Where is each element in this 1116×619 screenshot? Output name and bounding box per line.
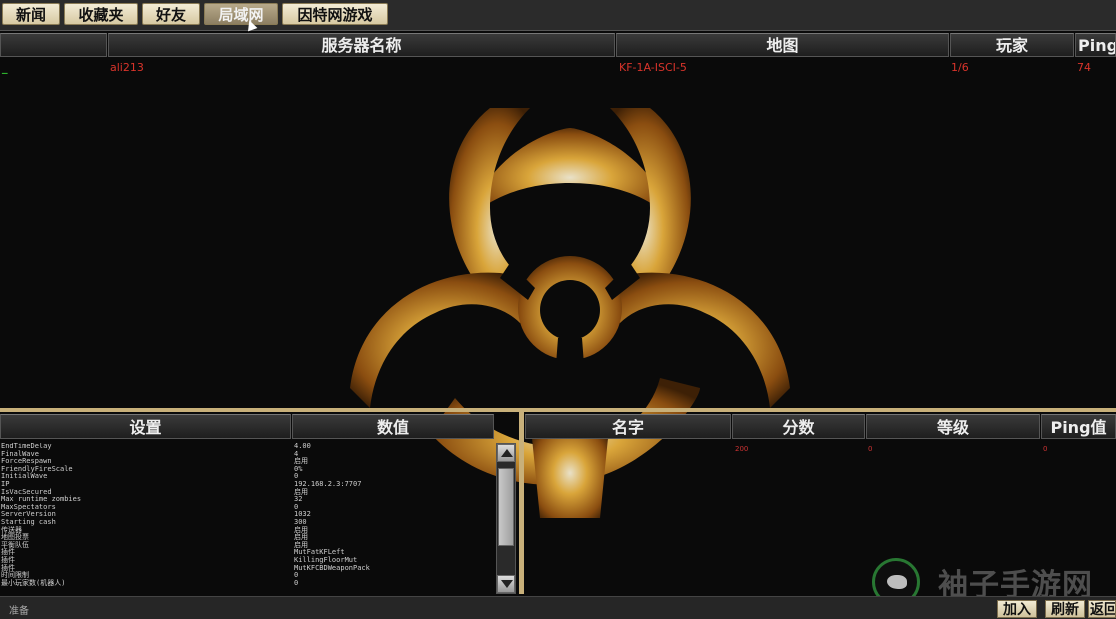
settings-row[interactable]: 最小玩家数(机器人) 0 [0, 578, 494, 588]
player-level: 0 [868, 445, 873, 453]
server-name: ali213 [110, 61, 144, 74]
player-ping: 0 [1043, 445, 1048, 453]
top-tab-bar: 新闻 收藏夹 好友 局域网 因特网游戏 [0, 0, 1116, 32]
col-header-server-name[interactable]: 服务器名称 [108, 33, 615, 57]
settings-row[interactable]: FriendlyFireScale 0% [0, 465, 494, 474]
col-header-players[interactable]: 玩家 [950, 33, 1074, 57]
scroll-down-button[interactable] [497, 575, 515, 593]
player-score: 200 [735, 445, 749, 453]
horizontal-splitter[interactable] [0, 408, 1116, 412]
settings-row[interactable]: 平衡队伍 启用 [0, 541, 494, 550]
settings-row[interactable]: ServerVersion 1032 [0, 511, 494, 519]
col-header-value[interactable]: 数值 [292, 414, 494, 439]
refresh-button[interactable]: 刷新 [1045, 600, 1085, 618]
scroll-up-button[interactable] [497, 444, 515, 462]
settings-row[interactable]: 传送器 启用 [0, 526, 494, 535]
settings-row[interactable]: ForceRespawn 启用 [0, 458, 494, 466]
col-header-flag[interactable] [0, 33, 107, 57]
col-header-player-name[interactable]: 名字 [525, 414, 731, 439]
setting-key: 最小玩家数(机器人) [1, 578, 66, 587]
setting-value: 0 [294, 578, 299, 587]
server-map: KF-1A-ISCI-5 [619, 61, 687, 74]
settings-row[interactable]: 时间限制 0 [0, 571, 494, 580]
settings-row[interactable]: 地图投票 启用 [0, 534, 494, 542]
tab-friends[interactable]: 好友 [142, 3, 200, 25]
settings-scrollbar[interactable] [496, 443, 516, 594]
settings-row[interactable]: 插件 MutKFCBDWeaponPack [0, 563, 494, 573]
settings-row[interactable]: 插件 MutFatKFLeft [0, 549, 494, 557]
tab-lan[interactable]: 局域网 [204, 3, 278, 25]
col-header-player-ping[interactable]: Ping值 [1041, 414, 1116, 439]
scroll-thumb[interactable] [498, 468, 514, 546]
status-text: 准备 [9, 606, 29, 617]
settings-row[interactable]: EndTimeDelay 4.00 [0, 443, 494, 451]
col-header-ping[interactable]: Ping [1075, 33, 1116, 57]
server-ping: 74 [1077, 61, 1091, 74]
settings-row[interactable]: FinalWave 4 [0, 450, 494, 459]
server-players: 1/6 [951, 61, 969, 74]
join-button[interactable]: 加入 [997, 600, 1037, 618]
settings-row[interactable]: InitialWave 0 [0, 473, 494, 481]
settings-row[interactable]: 插件 KillingFloorMut [0, 556, 494, 565]
settings-list: EndTimeDelay 4.00 FinalWave 4 ForceRespawn 启用… [0, 443, 494, 593]
settings-row[interactable]: Starting cash 300 [0, 518, 494, 527]
server-flag: _ [2, 61, 8, 74]
back-button[interactable]: 返回 [1088, 600, 1116, 618]
setting-value: MutKFCBDWeaponPack [294, 563, 370, 572]
settings-row[interactable]: Max runtime zombies 32 [0, 496, 494, 504]
arrow-down-icon [501, 580, 513, 588]
vertical-splitter[interactable] [519, 412, 524, 594]
tab-news[interactable]: 新闻 [2, 3, 60, 25]
col-header-map[interactable]: 地图 [616, 33, 949, 57]
col-header-setting[interactable]: 设置 [0, 414, 291, 439]
settings-row[interactable]: IP 192.168.2.3:7707 [0, 480, 494, 489]
arrow-up-icon [501, 449, 513, 457]
col-header-score[interactable]: 分数 [732, 414, 865, 439]
settings-row[interactable]: MaxSpectators 0 [0, 503, 494, 512]
tab-favorites[interactable]: 收藏夹 [64, 3, 138, 25]
col-header-level[interactable]: 等级 [866, 414, 1040, 439]
status-bar: 准备 [0, 596, 1116, 619]
tab-internet[interactable]: 因特网游戏 [282, 3, 388, 25]
